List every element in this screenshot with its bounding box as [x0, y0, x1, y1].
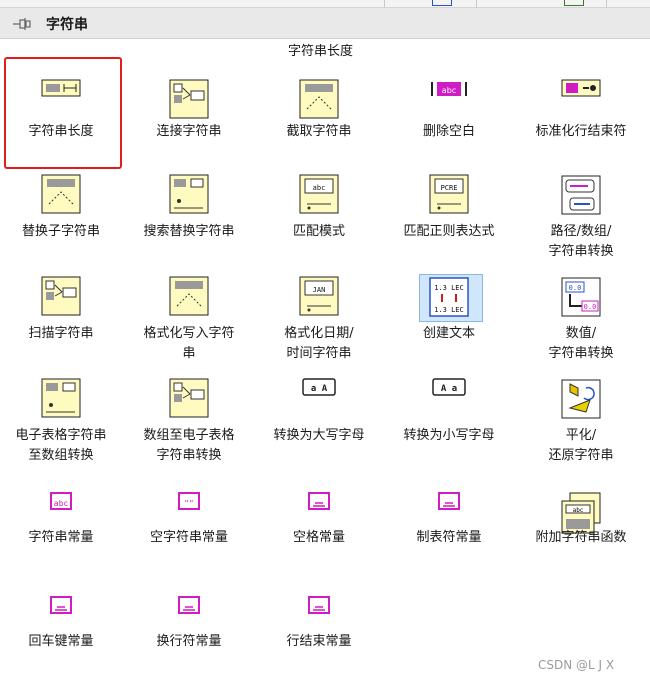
build-text-icon: 1.3 LEC 1.3 LEC [385, 276, 513, 318]
path-array-string-icon [517, 174, 645, 216]
palette-item-label: 格式化写入字符 串 [143, 326, 235, 361]
palette-title: 字符串 [46, 17, 88, 33]
svg-text:abc: abc [442, 86, 456, 95]
palette-item-label: 电子表格字符串 至数组转换 [15, 428, 107, 463]
palette-item-label: 格式化日期/ 时间字符串 [284, 326, 354, 361]
strip-icon [564, 0, 584, 6]
svg-text:0.0: 0.0 [569, 284, 582, 292]
palette-item-label: 路径/数组/ 字符串转换 [548, 224, 614, 259]
palette-item-label: 匹配正则表达式 [403, 224, 495, 239]
palette-item-label: 换行符常量 [156, 634, 222, 649]
palette-item-label: 制表符常量 [416, 530, 482, 545]
palette-item-label: 连接字符串 [156, 124, 222, 139]
format-into-string-icon [125, 276, 253, 316]
string-constant-icon: abc [0, 491, 125, 511]
svg-text:PCRE: PCRE [441, 184, 458, 192]
line-feed-icon [125, 595, 253, 615]
svg-text:abc: abc [573, 507, 584, 514]
string-length-icon [0, 79, 125, 97]
svg-text:abc: abc [313, 184, 326, 192]
watermark: CSDN @L J X [538, 658, 615, 672]
palette-item-label: 空格常量 [292, 530, 345, 545]
svg-text:1.3 LEC: 1.3 LEC [434, 284, 464, 292]
palette-item-label: 字符串常量 [28, 530, 94, 545]
svg-text:a A: a A [311, 384, 328, 394]
to-upper-case-icon: a A [255, 378, 383, 396]
palette-item-label: 数值/ 字符串转换 [548, 326, 614, 361]
palette-item-label: 平化/ 还原字符串 [548, 428, 614, 463]
string-subset-icon [255, 79, 383, 119]
match-pattern-icon: abc [255, 174, 383, 214]
palette-item-label: 行结束常量 [286, 634, 352, 649]
palette-item-label: 截取字符串 [286, 124, 352, 139]
format-date-time-icon: JAN [255, 276, 383, 316]
normalize-eol-icon [517, 79, 645, 97]
strip-divider [384, 0, 385, 7]
array-to-spreadsheet-icon [125, 378, 253, 418]
svg-text:A a: A a [441, 384, 457, 394]
carriage-return-icon [0, 595, 125, 615]
search-replace-icon [125, 174, 253, 214]
palette-item-label: 匹配模式 [292, 224, 345, 239]
to-lower-case-icon: A a [385, 378, 513, 396]
space-constant-icon [255, 491, 383, 511]
pin-icon[interactable] [12, 16, 32, 32]
svg-text:0.0: 0.0 [584, 303, 597, 311]
end-of-line-icon [255, 595, 383, 615]
trim-whitespace-icon: abc [385, 79, 513, 99]
palette-item-label: 搜索替换字符串 [143, 224, 235, 239]
spreadsheet-to-array-icon [0, 378, 125, 418]
scan-string-icon [0, 276, 125, 316]
svg-text:JAN: JAN [313, 286, 326, 294]
match-regex-icon: PCRE [385, 174, 513, 214]
strip-divider [476, 0, 477, 7]
palette-item-label: 标准化行结束符 [535, 124, 627, 139]
palette-item-label: 扫描字符串 [28, 326, 94, 341]
palette-item-label: 附加字符串函数 [535, 530, 627, 545]
number-string-icon: 0.0 0.0 [517, 276, 645, 318]
replace-substring-icon [0, 174, 125, 214]
svg-text:1.3 LEC: 1.3 LEC [434, 306, 464, 314]
palette-item-label: 创建文本 [422, 326, 475, 341]
empty-string-icon: "" [125, 491, 253, 511]
svg-text:"": "" [184, 499, 194, 508]
strip-icon [432, 0, 452, 6]
palette-item-label: 数组至电子表格 字符串转换 [143, 428, 235, 463]
palette-item-label: 字符串长度 [28, 124, 94, 139]
palette-title-bar: 字符串 [0, 7, 650, 39]
svg-text:abc: abc [54, 499, 69, 508]
palette-item-label: 替换子字符串 [21, 224, 100, 239]
palette-item-label: 空字符串常量 [149, 530, 228, 545]
palette-item-label: 删除空白 [422, 124, 475, 139]
flatten-unflatten-icon [517, 378, 645, 420]
concatenate-strings-icon [125, 79, 253, 119]
palette-item-label: 转换为小写字母 [403, 428, 495, 443]
selection-box [4, 57, 122, 169]
palette-item-label: 转换为大写字母 [273, 428, 365, 443]
tab-constant-icon [385, 491, 513, 511]
palette-item-label: 回车键常量 [28, 634, 94, 649]
hover-tooltip: 字符串长度 [288, 44, 354, 59]
strip-divider [606, 0, 607, 7]
